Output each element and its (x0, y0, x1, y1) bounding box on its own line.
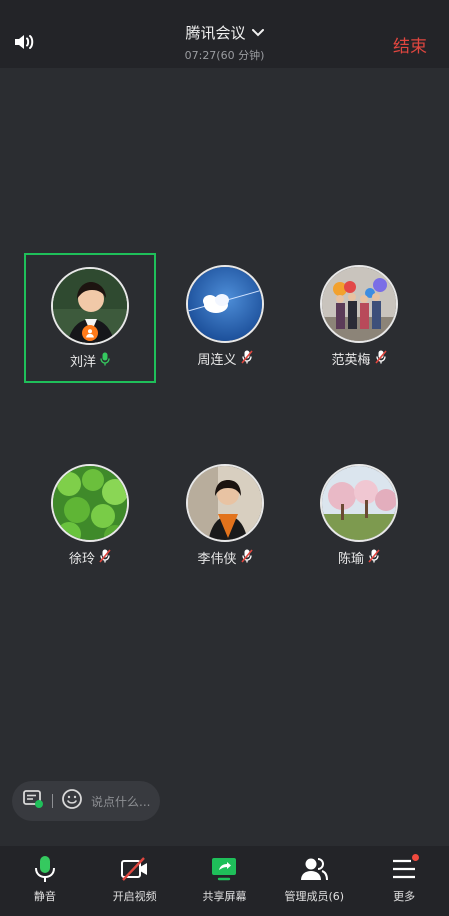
notification-dot (411, 854, 419, 861)
member-name: 刘洋 (69, 355, 96, 370)
share-screen-label: 共享屏幕 (202, 890, 247, 903)
microphone-muted-icon (240, 548, 253, 567)
member-name-row: 刘洋 (70, 351, 110, 370)
member-name: 李伟侠 (197, 552, 237, 567)
member-tile[interactable]: 徐玲 (24, 452, 156, 582)
microphone-muted-icon (368, 548, 380, 567)
share-screen-icon (209, 854, 239, 884)
chat-input-bar[interactable]: 说点什么... (12, 781, 160, 821)
member-name: 徐玲 (68, 552, 95, 567)
manage-members-label: 管理成员(6) (284, 890, 345, 903)
chevron-down-icon (251, 28, 264, 36)
member-name-row: 陈瑜 (338, 548, 380, 567)
meeting-title-area: 腾讯会议 07:27(60 分钟) (0, 22, 449, 63)
host-badge-icon (82, 325, 98, 341)
member-tile[interactable]: 刘洋 (24, 253, 156, 383)
member-tile[interactable]: 周连义 (159, 253, 291, 383)
start-video-label: 开启视频 (112, 890, 157, 903)
chat-divider (52, 794, 53, 808)
member-avatar (186, 464, 264, 542)
share-screen-button[interactable]: 共享屏幕 (180, 854, 270, 904)
member-name: 周连义 (197, 353, 237, 368)
members-icon (299, 854, 329, 884)
member-tile[interactable]: 李伟侠 (159, 452, 291, 582)
member-name-row: 范英梅 (331, 349, 387, 368)
member-avatar (51, 267, 129, 345)
bottom-toolbar: 静音 开启视频 共享屏幕 管理成员(6) 更多 (0, 846, 449, 916)
member-name-row: 徐玲 (69, 548, 111, 567)
mute-button[interactable]: 静音 (0, 854, 90, 904)
member-name-row: 周连义 (197, 349, 253, 368)
member-avatar (51, 464, 129, 542)
member-name: 范英梅 (331, 353, 371, 368)
member-tile[interactable]: 范英梅 (293, 253, 425, 383)
member-avatar (320, 265, 398, 343)
member-avatar (320, 464, 398, 542)
microphone-on-icon (100, 351, 110, 370)
member-name-row: 李伟侠 (197, 548, 253, 567)
member-tile[interactable]: 陈瑜 (293, 452, 425, 582)
mute-label: 静音 (33, 890, 56, 903)
microphone-muted-icon (374, 349, 387, 368)
microphone-muted-icon (240, 349, 253, 368)
start-video-button[interactable]: 开启视频 (90, 854, 180, 904)
microphone-icon (30, 854, 60, 884)
member-avatar (186, 265, 264, 343)
end-meeting-button[interactable]: 结束 (393, 32, 427, 57)
microphone-muted-icon (99, 548, 111, 567)
chat-placeholder: 说点什么... (91, 794, 151, 809)
meeting-duration: 07:27(60 分钟) (184, 49, 265, 62)
emoji-icon[interactable] (61, 788, 83, 814)
chat-list-icon[interactable] (22, 788, 44, 814)
video-off-icon (120, 854, 150, 884)
more-label: 更多 (393, 890, 416, 903)
meeting-title: 腾讯会议 (185, 24, 246, 42)
more-button[interactable]: 更多 (359, 854, 449, 904)
top-bar: 腾讯会议 07:27(60 分钟) 结束 (0, 0, 449, 68)
manage-members-button[interactable]: 管理成员(6) (269, 854, 359, 904)
member-name: 陈瑜 (337, 552, 364, 567)
meeting-title-dropdown[interactable]: 腾讯会议 (185, 22, 264, 43)
